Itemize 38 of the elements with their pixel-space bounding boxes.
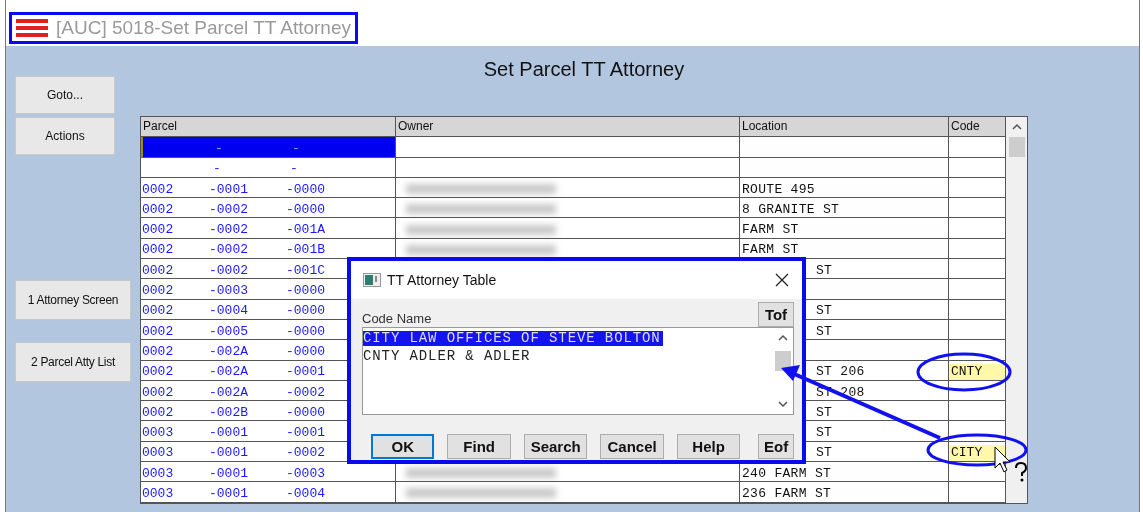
- location-text: ROUTE 495: [741, 181, 815, 197]
- parcel-cell[interactable]: 0003 -0001 -0004: [141, 482, 396, 503]
- dialog-button[interactable]: Find: [447, 434, 511, 459]
- toolbar-button[interactable]: Actions: [15, 117, 115, 155]
- screen-heading: Set Parcel TT Attorney: [482, 57, 686, 82]
- top-button[interactable]: Tof: [758, 302, 794, 327]
- dialog-button[interactable]: Search: [523, 434, 588, 459]
- toolbar-button[interactable]: Goto...: [15, 76, 115, 114]
- window-title: [AUC] 5018-Set Parcel TT Attorney: [56, 17, 351, 39]
- location-text: ST 206: [815, 364, 865, 380]
- code-field[interactable]: CNTY: [949, 363, 1005, 380]
- location-text: FARM ST: [741, 242, 799, 258]
- dialog-button[interactable]: OK: [371, 434, 435, 459]
- location-text: 236 FARM ST: [741, 486, 832, 501]
- location-text: ST: [815, 323, 833, 339]
- dialog-button[interactable]: Cancel: [600, 434, 664, 459]
- list-item[interactable]: CITY LAW OFFICES OF STEVE BOLTON: [363, 331, 663, 346]
- location-text: ST: [815, 262, 833, 278]
- end-button[interactable]: Eof: [758, 434, 794, 459]
- screen-button[interactable]: 1 Attorney Screen: [15, 280, 131, 320]
- location-text: ST: [815, 303, 833, 319]
- parcel-cell[interactable]: 0002 -0002 -001A: [141, 218, 396, 239]
- column-header[interactable]: Parcel: [141, 117, 396, 138]
- dialog-button[interactable]: Help: [676, 434, 741, 459]
- parcel-cell[interactable]: - -: [141, 137, 396, 158]
- location-text: 240 FARM ST: [741, 465, 832, 481]
- location-text: ST: [815, 425, 833, 441]
- column-header[interactable]: Owner: [396, 117, 740, 138]
- location-text: ST: [815, 404, 833, 420]
- parcel-cell[interactable]: 0002 -0002 -0000: [141, 198, 396, 219]
- column-header[interactable]: Code: [949, 117, 1006, 138]
- location-text: 8 GRANITE ST: [741, 201, 840, 217]
- parcel-cell[interactable]: 0002 -0001 -0000: [141, 177, 396, 199]
- column-header[interactable]: Location: [740, 117, 949, 138]
- location-text: FARM ST: [741, 222, 799, 238]
- parcel-cell[interactable]: - -: [141, 157, 396, 178]
- screen-button[interactable]: 2 Parcel Atty List: [15, 342, 131, 382]
- location-text: ST: [815, 445, 833, 461]
